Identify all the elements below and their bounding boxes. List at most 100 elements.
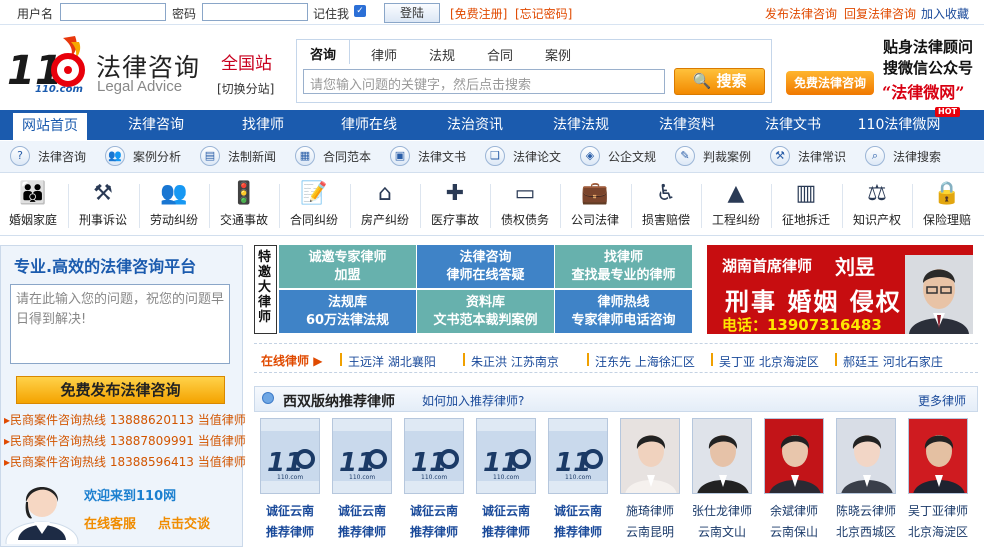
placeholder-logo: 11 110.com	[332, 418, 392, 494]
recommended-lawyer-card[interactable]: 11 110.com 诚征云南 推荐律师	[476, 418, 538, 539]
category-item[interactable]: ▥ 征地拆迁	[773, 174, 839, 236]
nav-laws[interactable]: 法律法规	[538, 110, 624, 140]
lawyer-name[interactable]: 张仕龙律师	[682, 502, 762, 519]
subnav-legal-news[interactable]: 法制新闻	[228, 148, 276, 168]
online-lawyer-item[interactable]: 朱正洪 江苏南京	[471, 353, 559, 370]
category-item[interactable]: ▲ 工程纠纷	[703, 174, 769, 236]
category-item[interactable]: 🚦 交通事故	[211, 174, 277, 236]
category-item[interactable]: ▭ 债权债务	[492, 174, 558, 236]
online-lawyer-item[interactable]: 汪东先 上海徐汇区	[595, 353, 695, 370]
feature-tile[interactable]: 法规库 60万法律法规	[279, 290, 416, 333]
category-item[interactable]: 💼 公司法律	[562, 174, 628, 236]
nav-find-lawyer[interactable]: 找律师	[222, 110, 304, 140]
nav-legal-docs[interactable]: 法律文书	[750, 110, 836, 140]
hotline-item[interactable]: ▸民商案件咨询热线 13888620113 当值律师	[4, 411, 246, 428]
subnav-common-knowledge[interactable]: 法律常识	[798, 148, 846, 168]
how-to-join-link[interactable]: 如何加入推荐律师?	[422, 392, 524, 409]
remember-checkbox[interactable]: ✓	[354, 5, 366, 17]
search-tab-lawyer[interactable]: 律师	[371, 45, 397, 64]
lawyer-ad-banner[interactable]: 湖南首席律师 刘昱 刑事 婚姻 侵权 电话：13907316483	[707, 245, 973, 334]
lawyer-photo	[620, 418, 680, 494]
forgot-password-link[interactable]: [忘记密码]	[515, 5, 572, 22]
post-consult-button[interactable]: 免费发布法律咨询	[16, 376, 225, 404]
subnav-legal-docs[interactable]: 法律文书	[418, 148, 466, 168]
nav-lawyer-online[interactable]: 律师在线	[326, 110, 412, 140]
search-tab-contract[interactable]: 合同	[487, 45, 513, 64]
category-item[interactable]: ⌂ 房产纠纷	[352, 174, 418, 236]
nav-legal-materials[interactable]: 法律资料	[644, 110, 730, 140]
recommended-lawyer-card[interactable]: 张仕龙律师 云南文山	[692, 418, 754, 539]
recommended-lawyer-card[interactable]: 吴丁亚律师 北京海淀区	[908, 418, 970, 539]
category-item[interactable]: ⚖ 知识产权	[844, 174, 910, 236]
category-item[interactable]: ⚒ 刑事诉讼	[70, 174, 136, 236]
feature-tile[interactable]: 找律师 查找最专业的律师	[555, 245, 692, 288]
click-chat-link[interactable]: 点击交谈	[158, 513, 210, 532]
feature-tile[interactable]: 律师热线 专家律师电话咨询	[555, 290, 692, 333]
switch-site-link[interactable]: [切换分站]	[217, 80, 274, 97]
cone-icon: ▲	[727, 181, 745, 206]
category-item[interactable]: 👪 婚姻家庭	[0, 174, 66, 236]
recommended-lawyer-card[interactable]: 11 110.com 诚征云南 推荐律师	[260, 418, 322, 539]
category-item[interactable]: 📝 合同纠纷	[281, 174, 347, 236]
category-item[interactable]: 👥 劳动纠纷	[141, 174, 207, 236]
post-consult-link[interactable]: 发布法律咨询	[765, 5, 837, 22]
add-favorite-link[interactable]: 加入收藏	[921, 5, 969, 22]
password-input[interactable]	[202, 3, 308, 21]
search-tab-case[interactable]: 案例	[545, 45, 571, 64]
online-lawyer-item[interactable]: 吴丁亚 北京海淀区	[719, 353, 819, 370]
username-input[interactable]	[60, 3, 166, 21]
recommended-lawyer-card[interactable]: 陈晓云律师 北京西城区	[836, 418, 898, 539]
subnav-legal-search[interactable]: 法律搜索	[893, 148, 941, 168]
subnav-consult[interactable]: 法律咨询	[38, 148, 86, 168]
recommended-lawyer-card[interactable]: 11 110.com 诚征云南 推荐律师	[548, 418, 610, 539]
online-lawyer-item[interactable]: 王远洋 湖北襄阳	[348, 353, 436, 370]
search-tab-consult[interactable]: 咨询	[296, 39, 351, 64]
category-label: 房产纠纷	[360, 213, 409, 227]
lawyer-name[interactable]: 余斌律师	[754, 502, 834, 519]
recommended-lawyer-card[interactable]: 余斌律师 云南保山	[764, 418, 826, 539]
lawyer-name[interactable]: 诚征云南	[250, 502, 330, 519]
search-input[interactable]: 请您输入问题的关键字，然后点击搜索	[303, 69, 665, 94]
nav-home[interactable]: 网站首页	[12, 112, 88, 140]
category-item[interactable]: 🔒 保险理赔	[914, 174, 980, 236]
lawyer-name[interactable]: 陈晓云律师	[826, 502, 906, 519]
recommended-lawyer-card[interactable]: 11 110.com 诚征云南 推荐律师	[404, 418, 466, 539]
reply-consult-link[interactable]: 回复法律咨询	[844, 5, 916, 22]
category-item[interactable]: ✚ 医疗事故	[422, 174, 488, 236]
login-button[interactable]: 登陆	[384, 3, 440, 23]
subnav-public-docs[interactable]: 公企文规	[608, 148, 656, 168]
lawyer-name[interactable]: 诚征云南	[394, 502, 474, 519]
free-consult-button[interactable]: 免费法律咨询	[786, 71, 874, 95]
hotline-item[interactable]: ▸民商案件咨询热线 18388596413 当值律师	[4, 453, 246, 470]
subnav-contract-templates[interactable]: 合同范本	[323, 148, 371, 168]
card-icon: ▭	[514, 181, 536, 206]
feature-tile[interactable]: 法律咨询 律师在线答疑	[417, 245, 554, 288]
hotline-item[interactable]: ▸民商案件咨询热线 13887809991 当值律师	[4, 432, 246, 449]
lawyer-name[interactable]: 施琦律师	[610, 502, 690, 519]
online-lawyer-item[interactable]: 郝廷王 河北石家庄	[843, 353, 943, 370]
lawyer-name[interactable]: 吴丁亚律师	[898, 502, 978, 519]
site-logo[interactable]: 11 110.com	[5, 34, 95, 96]
online-service-link[interactable]: 在线客服	[84, 513, 136, 532]
lawyer-name[interactable]: 诚征云南	[538, 502, 618, 519]
recommended-lawyer-card[interactable]: 11 110.com 诚征云南 推荐律师	[332, 418, 394, 539]
recommended-lawyer-card[interactable]: 施琦律师 云南昆明	[620, 418, 682, 539]
search-button[interactable]: 🔍 搜索	[674, 68, 765, 95]
subnav-case-analysis[interactable]: 案例分析	[133, 148, 181, 168]
lawyer-name[interactable]: 诚征云南	[466, 502, 546, 519]
question-textarea[interactable]: 请在此输入您的问题，祝您的问题早日得到解决!	[10, 284, 230, 364]
hot-badge: HOT	[935, 107, 960, 117]
more-lawyers-link[interactable]: 更多律师	[918, 392, 966, 409]
subnav-rulings[interactable]: 判裁案例	[703, 148, 751, 168]
lawyer-name[interactable]: 诚征云南	[322, 502, 402, 519]
nav-weiwang[interactable]: 110法律微网	[852, 110, 946, 140]
feature-tile[interactable]: 资料库 文书范本裁判案例	[417, 290, 554, 333]
feature-tile[interactable]: 诚邀专家律师 加盟	[279, 245, 416, 288]
category-item[interactable]: ♿ 损害赔偿	[633, 174, 699, 236]
search-tab-law[interactable]: 法规	[429, 45, 455, 64]
subnav-papers[interactable]: 法律论文	[513, 148, 561, 168]
register-link[interactable]: [免费注册]	[450, 5, 507, 22]
nav-legal-consult[interactable]: 法律咨询	[112, 110, 200, 140]
svg-text:110.com: 110.com	[565, 474, 591, 481]
nav-legal-news[interactable]: 法治资讯	[432, 110, 518, 140]
